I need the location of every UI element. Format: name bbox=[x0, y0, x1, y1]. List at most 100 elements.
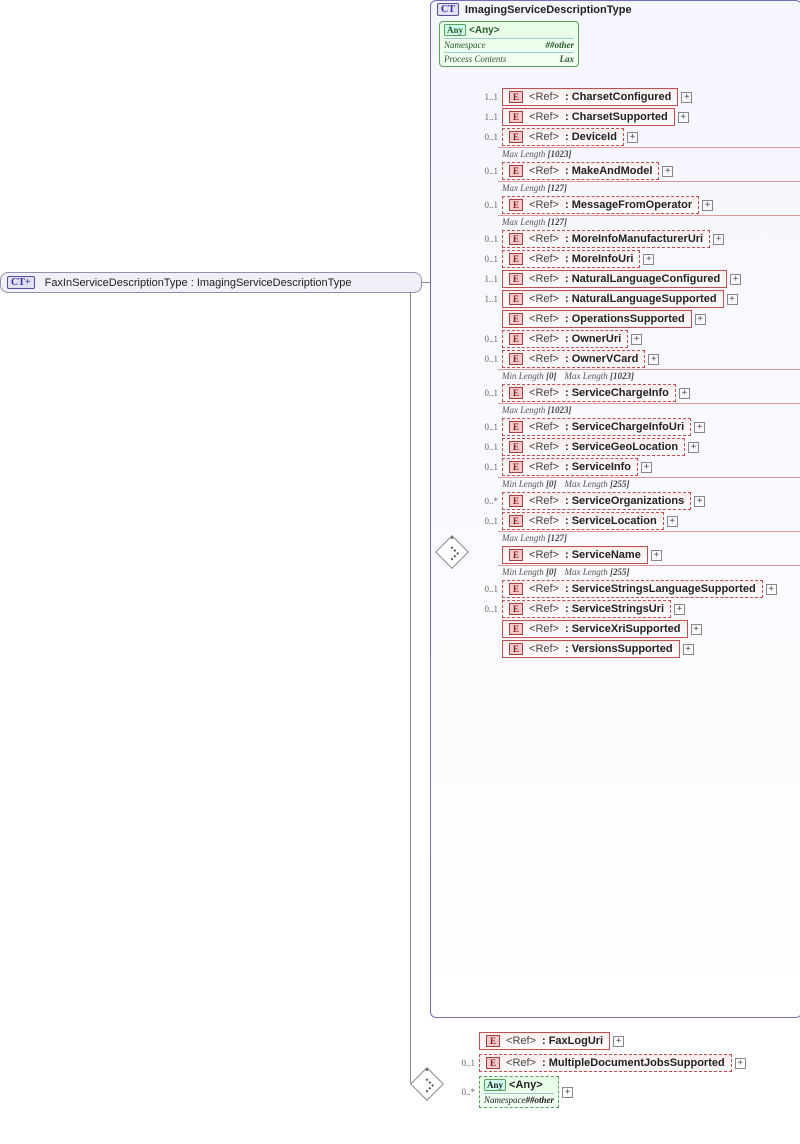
element-box[interactable]: E<Ref>: CharsetConfigured bbox=[502, 88, 678, 106]
ref-label: <Ref> bbox=[529, 353, 559, 365]
element-icon: E bbox=[509, 273, 523, 285]
occurs: 0..1 bbox=[482, 254, 498, 264]
expand-icon[interactable]: + bbox=[643, 254, 654, 265]
element-ServiceStringsUri[interactable]: 0..1E<Ref>: ServiceStringsUri+ bbox=[478, 600, 800, 618]
element-meta: Max Length [127] bbox=[498, 215, 800, 228]
ref-label: <Ref> bbox=[529, 199, 559, 211]
expand-icon[interactable]: + bbox=[562, 1087, 573, 1098]
expand-icon[interactable]: + bbox=[613, 1036, 624, 1047]
expand-icon[interactable]: + bbox=[695, 314, 706, 325]
element-ServiceInfo[interactable]: 0..1E<Ref>: ServiceInfo+Min Length [0]Ma… bbox=[478, 458, 800, 490]
element-box[interactable]: E<Ref>: ServiceGeoLocation bbox=[502, 438, 685, 456]
any-box[interactable]: Any<Any>Namespace##other bbox=[479, 1076, 559, 1108]
element-icon: E bbox=[509, 421, 523, 433]
element-MoreInfoUri[interactable]: 0..1 E<Ref>: MoreInfoUri+ bbox=[478, 250, 800, 268]
element-OwnerUri[interactable]: 0..1E<Ref>: OwnerUri+ bbox=[478, 330, 800, 348]
element-icon: E bbox=[509, 233, 523, 245]
element-box[interactable]: E<Ref>: OwnerVCard bbox=[502, 350, 645, 368]
element-icon: E bbox=[486, 1057, 500, 1069]
element-box[interactable]: E<Ref>: ServiceXriSupported bbox=[502, 620, 688, 638]
expand-icon[interactable]: + bbox=[667, 516, 678, 527]
element-ServiceChargeInfoUri[interactable]: 0..1E<Ref>: ServiceChargeInfoUri+ bbox=[478, 418, 800, 436]
expand-icon[interactable]: + bbox=[662, 166, 673, 177]
element-box[interactable]: E<Ref>: VersionsSupported bbox=[502, 640, 680, 658]
element-MoreInfoManufacturerUri[interactable]: 0..1 E<Ref>: MoreInfoManufacturerUri+ bbox=[478, 230, 800, 248]
element-ServiceLocation[interactable]: 0..1E<Ref>: ServiceLocation+Max Length [… bbox=[478, 512, 800, 544]
element-ServiceOrganizations[interactable]: 0..*E<Ref>: ServiceOrganizations+ bbox=[478, 492, 800, 510]
element-VersionsSupported[interactable]: E<Ref>: VersionsSupported+ bbox=[478, 640, 800, 658]
expand-icon[interactable]: + bbox=[651, 550, 662, 561]
ref-label: <Ref> bbox=[529, 421, 559, 433]
expand-icon[interactable]: + bbox=[688, 442, 699, 453]
element-box[interactable]: E<Ref>: NaturalLanguageConfigured bbox=[502, 270, 727, 288]
element-box[interactable]: E<Ref>: ServiceStringsUri bbox=[502, 600, 671, 618]
element-ServiceChargeInfo[interactable]: 0..1E<Ref>: ServiceChargeInfo+Max Length… bbox=[478, 384, 800, 416]
expand-icon[interactable]: + bbox=[702, 200, 713, 211]
expand-icon[interactable]: + bbox=[694, 422, 705, 433]
element-box[interactable]: E<Ref>: DeviceId bbox=[502, 128, 624, 146]
expand-icon[interactable]: + bbox=[713, 234, 724, 245]
element-name: : MessageFromOperator bbox=[565, 199, 692, 211]
element-ServiceXriSupported[interactable]: E<Ref>: ServiceXriSupported+ bbox=[478, 620, 800, 638]
element-NaturalLanguageSupported[interactable]: 1..1E<Ref>: NaturalLanguageSupported+ bbox=[478, 290, 800, 308]
element-box[interactable]: E<Ref>: MessageFromOperator bbox=[502, 196, 699, 214]
element-CharsetSupported[interactable]: 1..1E<Ref>: CharsetSupported+ bbox=[478, 108, 800, 126]
element-name: : ServiceName bbox=[565, 549, 641, 561]
expand-icon[interactable]: + bbox=[681, 92, 692, 103]
expand-icon[interactable]: + bbox=[631, 334, 642, 345]
expand-icon[interactable]: + bbox=[735, 1058, 746, 1069]
element-ServiceStringsLanguageSupported[interactable]: 0..1E<Ref>: ServiceStringsLanguageSuppor… bbox=[478, 580, 800, 598]
element-ServiceGeoLocation[interactable]: 0..1E<Ref>: ServiceGeoLocation+ bbox=[478, 438, 800, 456]
element-box[interactable]: E<Ref>: ServiceInfo bbox=[502, 458, 638, 476]
root-ct[interactable]: CT+ FaxInServiceDescriptionType : Imagin… bbox=[0, 272, 422, 293]
element-box[interactable]: E<Ref>: OperationsSupported bbox=[502, 310, 692, 328]
element-box[interactable]: E<Ref>: ServiceChargeInfo bbox=[502, 384, 676, 402]
element-ServiceName[interactable]: E<Ref>: ServiceName+Min Length [0]Max Le… bbox=[478, 546, 800, 578]
expand-icon[interactable]: + bbox=[691, 624, 702, 635]
element-CharsetConfigured[interactable]: 1..1 E<Ref>: CharsetConfigured+ bbox=[478, 88, 800, 106]
occurs: 0..1 bbox=[482, 234, 498, 244]
element-NaturalLanguageConfigured[interactable]: 1..1E<Ref>: NaturalLanguageConfigured+ bbox=[478, 270, 800, 288]
element-MultipleDocumentJobsSupported[interactable]: 0..1E<Ref>: MultipleDocumentJobsSupporte… bbox=[455, 1054, 746, 1072]
expand-icon[interactable]: + bbox=[679, 388, 690, 399]
extension-elements-list: E<Ref>: FaxLogUri+0..1E<Ref>: MultipleDo… bbox=[455, 1032, 746, 1108]
occurs: 1..1 bbox=[482, 92, 498, 102]
expand-icon[interactable]: + bbox=[766, 584, 777, 595]
occurs: 0..1 bbox=[482, 200, 498, 210]
element-box[interactable]: E<Ref>: ServiceChargeInfoUri bbox=[502, 418, 691, 436]
expand-icon[interactable]: + bbox=[678, 112, 689, 123]
expand-icon[interactable]: + bbox=[730, 274, 741, 285]
element-box[interactable]: E<Ref>: FaxLogUri bbox=[479, 1032, 610, 1050]
element-icon: E bbox=[509, 131, 523, 143]
element-box[interactable]: E<Ref>: MultipleDocumentJobsSupported bbox=[479, 1054, 732, 1072]
expand-icon[interactable]: + bbox=[683, 644, 694, 655]
element-box[interactable]: E<Ref>: CharsetSupported bbox=[502, 108, 675, 126]
element-OperationsSupported[interactable]: E<Ref>: OperationsSupported+ bbox=[478, 310, 800, 328]
element-box[interactable]: E<Ref>: ServiceName bbox=[502, 546, 648, 564]
expand-icon[interactable]: + bbox=[648, 354, 659, 365]
element-box[interactable]: E<Ref>: MakeAndModel bbox=[502, 162, 659, 180]
expand-icon[interactable]: + bbox=[674, 604, 685, 615]
element-box[interactable]: E<Ref>: OwnerUri bbox=[502, 330, 628, 348]
element-MakeAndModel[interactable]: 0..1E<Ref>: MakeAndModel+Max Length [127… bbox=[478, 162, 800, 194]
element-DeviceId[interactable]: 0..1E<Ref>: DeviceId+Max Length [1023] bbox=[478, 128, 800, 160]
any-element[interactable]: 0..*Any<Any>Namespace##other+ bbox=[455, 1076, 746, 1108]
ref-label: <Ref> bbox=[529, 495, 559, 507]
element-box[interactable]: E<Ref>: MoreInfoManufacturerUri bbox=[502, 230, 710, 248]
ref-label: <Ref> bbox=[529, 441, 559, 453]
element-MessageFromOperator[interactable]: 0..1E<Ref>: MessageFromOperator+Max Leng… bbox=[478, 196, 800, 228]
element-box[interactable]: E<Ref>: ServiceStringsLanguageSupported bbox=[502, 580, 763, 598]
expand-icon[interactable]: + bbox=[627, 132, 638, 143]
element-icon: E bbox=[509, 91, 523, 103]
element-box[interactable]: E<Ref>: NaturalLanguageSupported bbox=[502, 290, 724, 308]
element-box[interactable]: E<Ref>: MoreInfoUri bbox=[502, 250, 640, 268]
element-box[interactable]: E<Ref>: ServiceOrganizations bbox=[502, 492, 691, 510]
any-block[interactable]: Any<Any> Namespace##other Process Conten… bbox=[439, 21, 579, 67]
element-box[interactable]: E<Ref>: ServiceLocation bbox=[502, 512, 664, 530]
element-FaxLogUri[interactable]: E<Ref>: FaxLogUri+ bbox=[455, 1032, 746, 1050]
expand-icon[interactable]: + bbox=[727, 294, 738, 305]
element-OwnerVCard[interactable]: 0..1E<Ref>: OwnerVCard+Min Length [0]Max… bbox=[478, 350, 800, 382]
expand-icon[interactable]: + bbox=[641, 462, 652, 473]
element-name: : MultipleDocumentJobsSupported bbox=[542, 1057, 725, 1069]
expand-icon[interactable]: + bbox=[694, 496, 705, 507]
